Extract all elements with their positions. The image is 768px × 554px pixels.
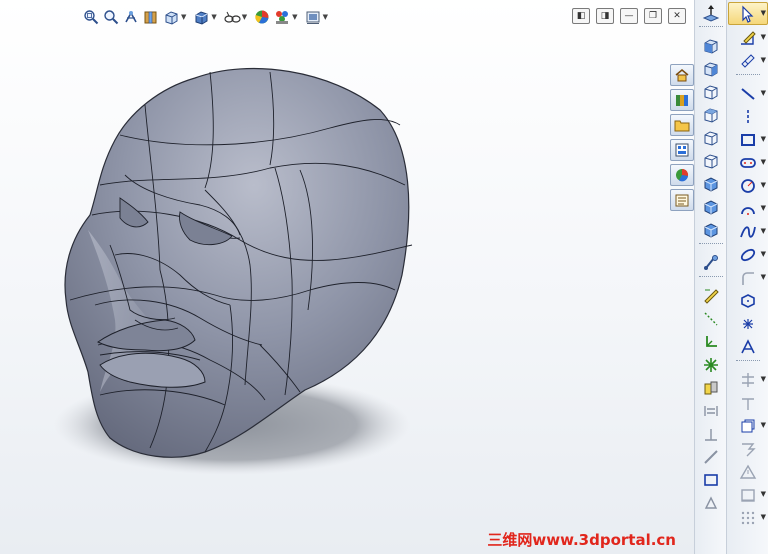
left-view-icon[interactable]: [697, 81, 725, 102]
dimetric-view-icon[interactable]: [697, 219, 725, 240]
bottom-view-icon[interactable]: [697, 150, 725, 171]
graphics-area[interactable]: ▼ ▼ ▼ ▼ ▼ ◧ ◨ — ❐ ✕ 三维网www.3dportal.cn: [0, 0, 694, 554]
toolbar-separator: [699, 276, 723, 280]
offset-icon[interactable]: ▼: [729, 415, 767, 436]
coordinate-system-icon[interactable]: [697, 331, 725, 352]
watermark-text: 三维网www.3dportal.cn: [487, 531, 676, 549]
sketch-toolbar: ▼ ▼ ▼ ▼ ▼ ▼ ▼ ▼ ▼ ▼ ▼ ▼ ▼ ▼ ▼: [726, 0, 768, 554]
rectangle-small-icon[interactable]: [697, 469, 725, 490]
rectangle-icon[interactable]: ▼: [729, 129, 767, 150]
home-icon[interactable]: [670, 64, 694, 86]
right-view-icon[interactable]: [697, 104, 725, 125]
view-toolbar: [694, 0, 727, 554]
shell-icon[interactable]: [697, 492, 725, 513]
select-cursor-icon[interactable]: ▼: [728, 2, 768, 25]
line-icon[interactable]: ▼: [729, 83, 767, 104]
top-view-icon[interactable]: [697, 127, 725, 148]
repair-sketch-icon[interactable]: ▼: [729, 484, 767, 505]
mate-icon[interactable]: [697, 377, 725, 398]
sweep-icon[interactable]: [697, 446, 725, 467]
design-library-icon[interactable]: [670, 89, 694, 111]
custom-properties-icon[interactable]: [670, 189, 694, 211]
grid-icon[interactable]: ▼: [729, 507, 767, 528]
arc-icon[interactable]: ▼: [729, 198, 767, 219]
view-orientation-tool-icon[interactable]: [697, 252, 725, 273]
head-model-view[interactable]: [0, 0, 694, 554]
toolbar-separator: [736, 360, 760, 364]
isometric-view-icon[interactable]: [697, 173, 725, 194]
back-view-icon[interactable]: [697, 58, 725, 79]
convert-entities-icon[interactable]: [729, 392, 767, 413]
linear-pattern-icon[interactable]: [697, 400, 725, 421]
toolbar-separator: [736, 74, 760, 78]
mirror-icon[interactable]: [729, 438, 767, 459]
polygon-icon[interactable]: [729, 290, 767, 311]
file-explorer-icon[interactable]: [670, 114, 694, 136]
construction-line-icon[interactable]: [697, 308, 725, 329]
trimetric-view-icon[interactable]: [697, 196, 725, 217]
sketch-icon[interactable]: ▼: [729, 27, 767, 48]
warning-icon[interactable]: [729, 461, 767, 482]
text-icon[interactable]: [729, 336, 767, 357]
smart-dimension-icon[interactable]: [697, 285, 725, 306]
spline-icon[interactable]: ▼: [729, 221, 767, 242]
toolbar-separator: [699, 243, 723, 247]
centerline-icon[interactable]: [729, 106, 767, 127]
toolbar-separator: [699, 26, 723, 30]
front-view-icon[interactable]: [697, 35, 725, 56]
view-palette-icon[interactable]: [670, 139, 694, 161]
task-pane-tabs: [670, 64, 694, 211]
ellipse-icon[interactable]: ▼: [729, 244, 767, 265]
smart-dim-icon[interactable]: ▼: [729, 50, 767, 71]
point-icon[interactable]: [697, 354, 725, 375]
fillet-icon[interactable]: [697, 423, 725, 444]
trim-icon[interactable]: ▼: [729, 369, 767, 390]
appearances-scenes-icon[interactable]: [670, 164, 694, 186]
normal-to-icon[interactable]: [697, 2, 725, 23]
slot-icon[interactable]: ▼: [729, 152, 767, 173]
sketch-point-icon[interactable]: [729, 313, 767, 334]
circle-icon[interactable]: ▼: [729, 175, 767, 196]
sketch-fillet-icon[interactable]: ▼: [729, 267, 767, 288]
